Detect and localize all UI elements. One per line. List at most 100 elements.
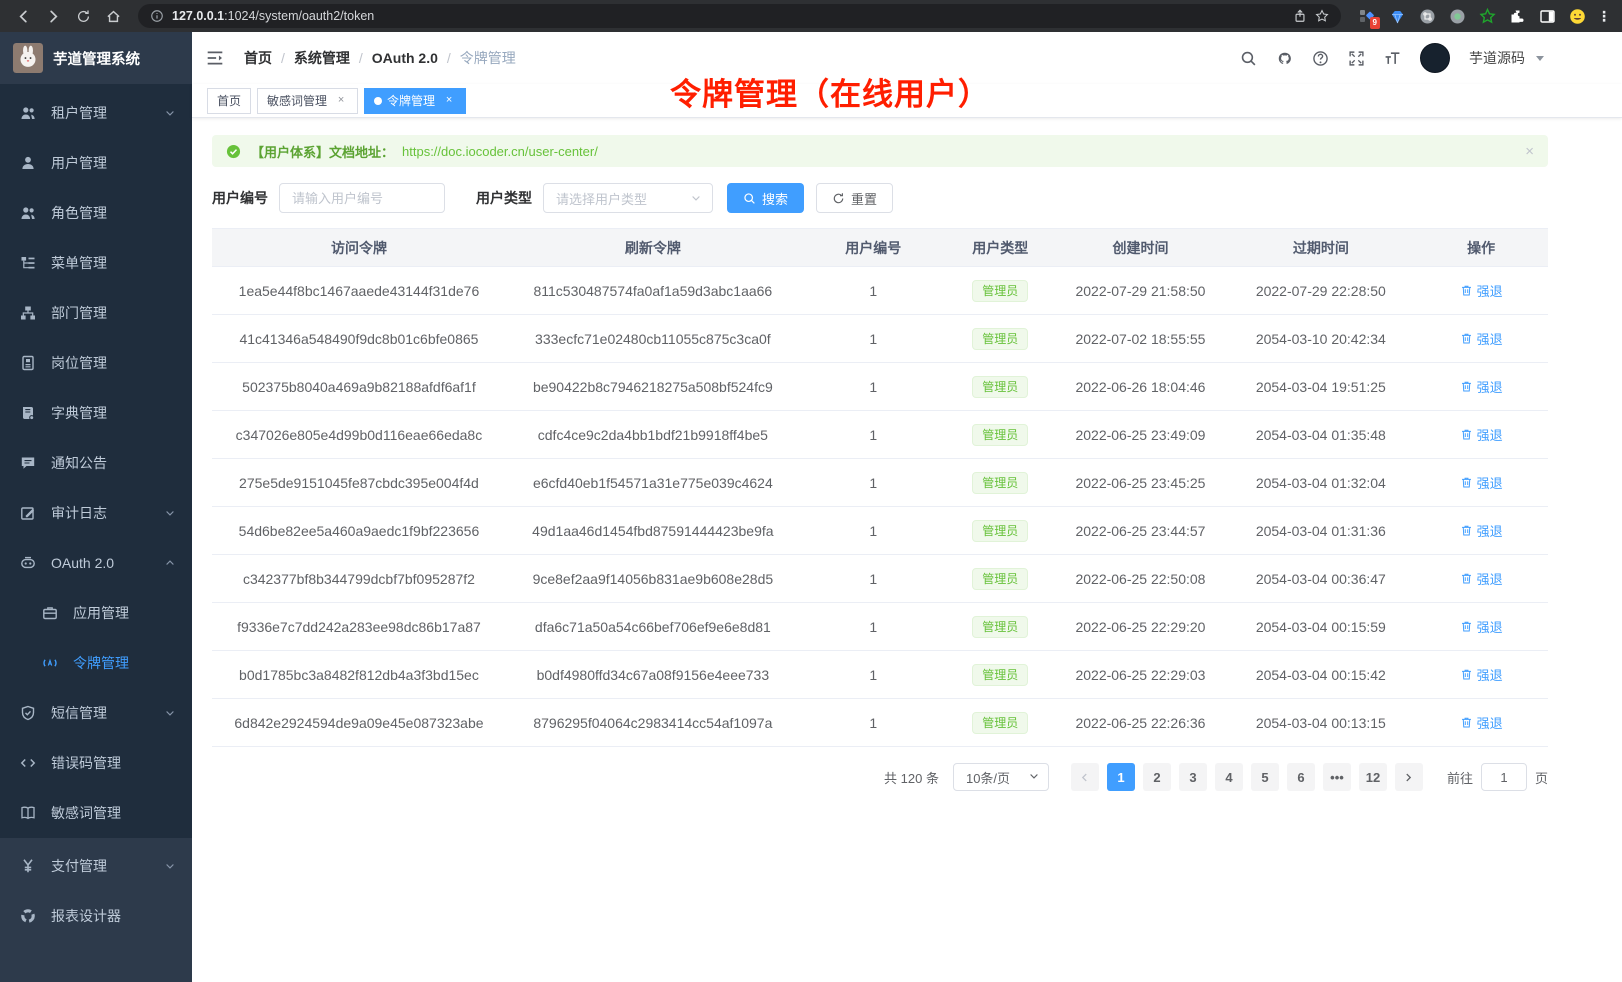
profile-avatar-icon[interactable] <box>1569 8 1586 25</box>
page-button-4[interactable]: 4 <box>1215 763 1243 791</box>
page-button-1[interactable]: 1 <box>1107 763 1135 791</box>
user-type-cell: 管理员 <box>947 507 1054 555</box>
fullscreen-icon[interactable] <box>1348 50 1365 67</box>
tab-首页[interactable]: 首页 <box>207 88 251 114</box>
force-logout-button[interactable]: 强退 <box>1460 665 1503 684</box>
sidebar-item-oauth2[interactable]: OAuth 2.0 <box>0 538 192 588</box>
alert-text: 【用户体系】文档地址： <box>251 142 394 161</box>
tab-敏感词管理[interactable]: 敏感词管理 <box>257 88 358 114</box>
bookmark-star-icon[interactable] <box>1315 9 1329 23</box>
help-icon[interactable] <box>1312 50 1329 67</box>
access-cell: c347026e805e4d99b0d116eae66eda8c <box>212 411 506 459</box>
force-logout-button[interactable]: 强退 <box>1460 521 1503 540</box>
sidebar-item-user[interactable]: 用户管理 <box>0 138 192 188</box>
force-logout-button[interactable]: 强退 <box>1460 281 1503 300</box>
search-button[interactable]: 搜索 <box>727 183 804 213</box>
reset-button[interactable]: 重置 <box>816 183 893 213</box>
sidebar-item-menu[interactable]: 菜单管理 <box>0 238 192 288</box>
share-icon[interactable] <box>1293 9 1307 23</box>
doc-link[interactable]: https://doc.iocoder.cn/user-center/ <box>402 144 598 159</box>
page-size-select[interactable]: 10条/页 <box>953 763 1049 791</box>
sidebar-item-report-designer[interactable]: 报表设计器 <box>0 891 192 941</box>
sidebar-collapse-icon[interactable] <box>206 47 228 69</box>
github-icon[interactable] <box>1276 50 1293 67</box>
force-logout-button[interactable]: 强退 <box>1460 425 1503 444</box>
breadcrumb-item[interactable]: 首页 <box>244 48 272 68</box>
sidebar-item-oauth2-token[interactable]: 令牌管理 <box>0 638 192 688</box>
column-header: 过期时间 <box>1227 229 1414 267</box>
sidebar-panel-icon[interactable] <box>1539 8 1556 25</box>
page-button-2[interactable]: 2 <box>1143 763 1171 791</box>
search-icon[interactable] <box>1240 50 1257 67</box>
user-id-cell: 1 <box>800 315 947 363</box>
browser-home-button[interactable] <box>100 4 126 28</box>
sidebar-item-oauth2-app[interactable]: 应用管理 <box>0 588 192 638</box>
sidebar-item-dict[interactable]: 字典管理 <box>0 388 192 438</box>
page-button-3[interactable]: 3 <box>1179 763 1207 791</box>
tab-令牌管理[interactable]: 令牌管理 <box>364 88 466 114</box>
force-logout-button[interactable]: 强退 <box>1460 617 1503 636</box>
user-id-cell: 1 <box>800 267 947 315</box>
goto-page-input[interactable] <box>1481 763 1527 791</box>
breadcrumb-item[interactable]: OAuth 2.0 <box>350 50 438 66</box>
force-logout-button[interactable]: 强退 <box>1460 569 1503 588</box>
action-cell: 强退 <box>1414 699 1548 747</box>
user-type-cell: 管理员 <box>947 555 1054 603</box>
force-logout-button[interactable]: 强退 <box>1460 713 1503 732</box>
alert-close-icon[interactable] <box>1525 143 1534 160</box>
page-button-5[interactable]: 5 <box>1251 763 1279 791</box>
user-type-cell: 管理员 <box>947 363 1054 411</box>
tab-close-icon[interactable] <box>442 94 456 108</box>
goto-page: 前往 页 <box>1447 763 1548 791</box>
extension-green-star-icon[interactable] <box>1479 8 1496 25</box>
sidebar-item-post[interactable]: 岗位管理 <box>0 338 192 388</box>
next-page-button[interactable] <box>1395 763 1423 791</box>
top-navbar: 首页系统管理OAuth 2.0令牌管理 芋道源码 <box>192 32 1622 84</box>
user-type-tag: 管理员 <box>972 616 1028 638</box>
force-logout-button[interactable]: 强退 <box>1460 473 1503 492</box>
browser-forward-button[interactable] <box>40 4 66 28</box>
column-header: 创建时间 <box>1054 229 1228 267</box>
page-button-•••[interactable]: ••• <box>1323 763 1351 791</box>
user-id-input[interactable] <box>279 183 445 213</box>
username[interactable]: 芋道源码 <box>1469 48 1525 68</box>
extension-squares-icon[interactable]: 9 <box>1359 8 1376 25</box>
prev-page-button[interactable] <box>1071 763 1099 791</box>
trash-icon <box>1460 380 1473 393</box>
sidebar-header[interactable]: 芋道管理系统 <box>0 32 192 84</box>
sidebar-item-sms[interactable]: 短信管理 <box>0 688 192 738</box>
extension-gem-icon[interactable] <box>1389 8 1406 25</box>
breadcrumb-item[interactable]: 系统管理 <box>272 48 350 68</box>
force-logout-button[interactable]: 强退 <box>1460 377 1503 396</box>
sidebar-item-sensitive-word[interactable]: 敏感词管理 <box>0 788 192 838</box>
address-bar[interactable]: 127.0.0.1:1024/system/oauth2/token <box>138 4 1341 28</box>
force-logout-button[interactable]: 强退 <box>1460 329 1503 348</box>
user-type-tag: 管理员 <box>972 328 1028 350</box>
expired-cell: 2054-03-04 00:13:15 <box>1227 699 1414 747</box>
browser-menu-icon[interactable] <box>1596 8 1612 25</box>
extensions-puzzle-icon[interactable] <box>1509 8 1526 25</box>
sidebar-item-error-code[interactable]: 错误码管理 <box>0 738 192 788</box>
sidebar: 芋道管理系统 租户管理用户管理角色管理菜单管理部门管理岗位管理字典管理通知公告审… <box>0 32 192 982</box>
sidebar-item-pay[interactable]: 支付管理 <box>0 841 192 891</box>
sidebar-item-dept[interactable]: 部门管理 <box>0 288 192 338</box>
sidebar-item-tenant[interactable]: 租户管理 <box>0 88 192 138</box>
sidebar-item-audit-log[interactable]: 审计日志 <box>0 488 192 538</box>
extension-green-dot-icon[interactable] <box>1449 8 1466 25</box>
sidebar-item-role[interactable]: 角色管理 <box>0 188 192 238</box>
page-button-6[interactable]: 6 <box>1287 763 1315 791</box>
sidebar-item-label: 错误码管理 <box>51 753 121 773</box>
browser-reload-button[interactable] <box>70 4 96 28</box>
user-avatar[interactable] <box>1420 43 1450 73</box>
tab-close-icon[interactable] <box>334 94 348 108</box>
font-size-icon[interactable] <box>1384 50 1401 67</box>
user-menu-caret-icon[interactable] <box>1536 56 1544 61</box>
page-info-icon[interactable] <box>150 9 164 23</box>
sidebar-item-notice[interactable]: 通知公告 <box>0 438 192 488</box>
browser-back-button[interactable] <box>10 4 36 28</box>
extension-gray-circle-icon[interactable] <box>1419 8 1436 25</box>
user-type-select[interactable]: 请选择用户类型 <box>543 183 713 213</box>
chevron-up-icon <box>164 557 176 569</box>
doc-alert: 【用户体系】文档地址： https://doc.iocoder.cn/user-… <box>212 135 1548 167</box>
page-button-12[interactable]: 12 <box>1359 763 1387 791</box>
